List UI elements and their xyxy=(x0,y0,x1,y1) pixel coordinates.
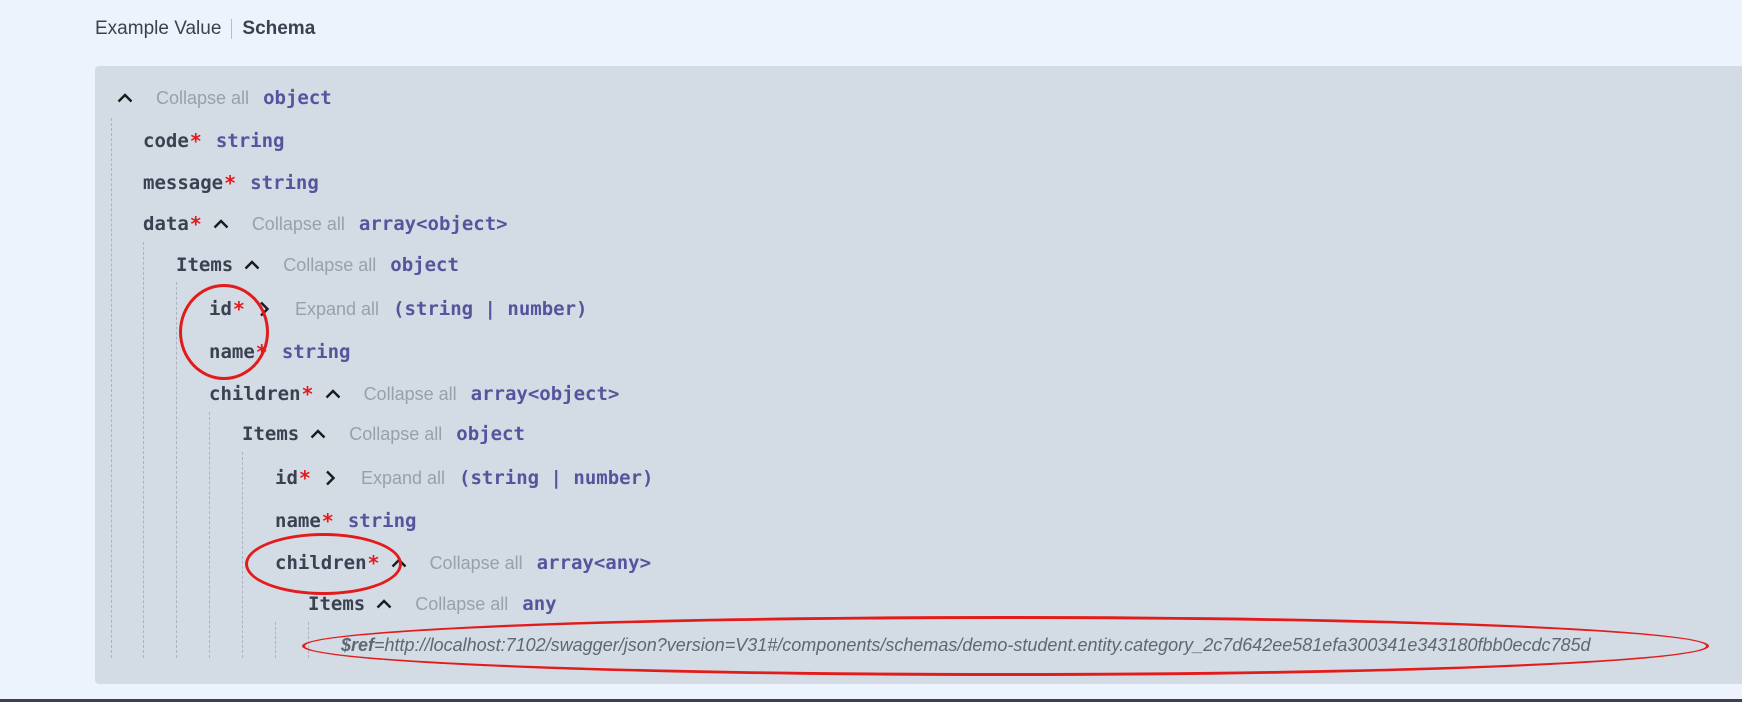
property-name: Items xyxy=(176,254,234,276)
property-name: Items xyxy=(308,593,366,615)
indent-guide xyxy=(111,118,112,658)
property-name: children xyxy=(209,383,301,405)
type-label: object xyxy=(390,254,459,276)
ref-key: $ref xyxy=(341,634,375,655)
expand-all-button[interactable]: Expand all xyxy=(295,299,379,320)
type-label: array<any> xyxy=(536,552,652,574)
chevron-up-icon[interactable] xyxy=(390,554,408,572)
schema-row-child-name: name * string xyxy=(275,507,416,535)
property-name: id xyxy=(209,298,232,320)
required-marker: * xyxy=(298,466,311,490)
collapse-all-button[interactable]: Collapse all xyxy=(430,553,523,574)
chevron-right-icon[interactable] xyxy=(321,469,339,487)
schema-ref-link: $ref =http://localhost:7102/swagger/json?… xyxy=(341,631,1591,659)
tab-example-value[interactable]: Example Value xyxy=(95,18,231,40)
required-marker: * xyxy=(255,340,268,364)
indent-guide xyxy=(242,452,243,658)
type-label: any xyxy=(522,593,557,615)
schema-row-child-children: children * Collapse all array<any> xyxy=(275,549,651,577)
ref-value: =http://localhost:7102/swagger/json?vers… xyxy=(374,634,1591,655)
required-marker: * xyxy=(189,212,202,236)
indent-guide xyxy=(176,282,177,658)
swagger-response-schema: Example Value Schema Collapse all object… xyxy=(0,0,1742,702)
collapse-all-button[interactable]: Collapse all xyxy=(156,88,249,109)
required-marker: * xyxy=(367,551,380,575)
schema-row-grandchild-items: Items Collapse all any xyxy=(308,590,557,618)
type-label: string xyxy=(347,510,417,532)
schema-row-code: code * string xyxy=(143,127,284,155)
schema-row-root: Collapse all object xyxy=(116,84,332,112)
schema-row-data-items: Items Collapse all object xyxy=(176,251,459,279)
chevron-up-icon[interactable] xyxy=(116,89,134,107)
property-name: name xyxy=(209,341,255,363)
collapse-all-button[interactable]: Collapse all xyxy=(364,384,457,405)
schema-row-message: message * string xyxy=(143,169,319,197)
required-marker: * xyxy=(232,297,245,321)
schema-row-item-id: id * Expand all (string | number) xyxy=(209,295,587,323)
property-name: id xyxy=(275,467,298,489)
collapse-all-button[interactable]: Collapse all xyxy=(252,214,345,235)
required-marker: * xyxy=(189,129,202,153)
type-label: string xyxy=(281,341,351,363)
type-label: array<object> xyxy=(470,383,620,405)
schema-row-child-id: id * Expand all (string | number) xyxy=(275,464,653,492)
indent-guide xyxy=(275,622,276,658)
indent-guide xyxy=(209,412,210,658)
property-name: message xyxy=(143,172,224,194)
chevron-up-icon[interactable] xyxy=(324,385,342,403)
schema-row-data: data * Collapse all array<object> xyxy=(143,210,508,238)
tab-schema[interactable]: Schema xyxy=(232,18,315,40)
indent-guide xyxy=(143,242,144,658)
collapse-all-button[interactable]: Collapse all xyxy=(349,424,442,445)
schema-row-children-items: Items Collapse all object xyxy=(242,420,525,448)
chevron-up-icon[interactable] xyxy=(375,595,393,613)
schema-row-item-children: children * Collapse all array<object> xyxy=(209,380,619,408)
property-name: data xyxy=(143,213,189,235)
property-name: Items xyxy=(242,423,300,445)
property-name: code xyxy=(143,130,189,152)
type-label: (string | number) xyxy=(393,298,588,320)
schema-tab-bar: Example Value Schema xyxy=(95,16,315,42)
collapse-all-button[interactable]: Collapse all xyxy=(415,594,508,615)
chevron-up-icon[interactable] xyxy=(243,256,261,274)
collapse-all-button[interactable]: Collapse all xyxy=(283,255,376,276)
chevron-up-icon[interactable] xyxy=(212,215,230,233)
type-label: object xyxy=(263,87,332,109)
required-marker: * xyxy=(321,509,334,533)
chevron-up-icon[interactable] xyxy=(309,425,327,443)
required-marker: * xyxy=(301,382,314,406)
property-name: name xyxy=(275,510,321,532)
type-label: string xyxy=(250,172,319,194)
type-label: array<object> xyxy=(358,213,508,235)
indent-guide xyxy=(308,622,309,658)
schema-row-item-name: name * string xyxy=(209,338,350,366)
property-name: children xyxy=(275,552,367,574)
type-label: (string | number) xyxy=(459,467,654,489)
type-label: object xyxy=(456,423,525,445)
required-marker: * xyxy=(224,171,237,195)
type-label: string xyxy=(215,130,285,152)
chevron-right-icon[interactable] xyxy=(255,300,273,318)
expand-all-button[interactable]: Expand all xyxy=(361,468,445,489)
